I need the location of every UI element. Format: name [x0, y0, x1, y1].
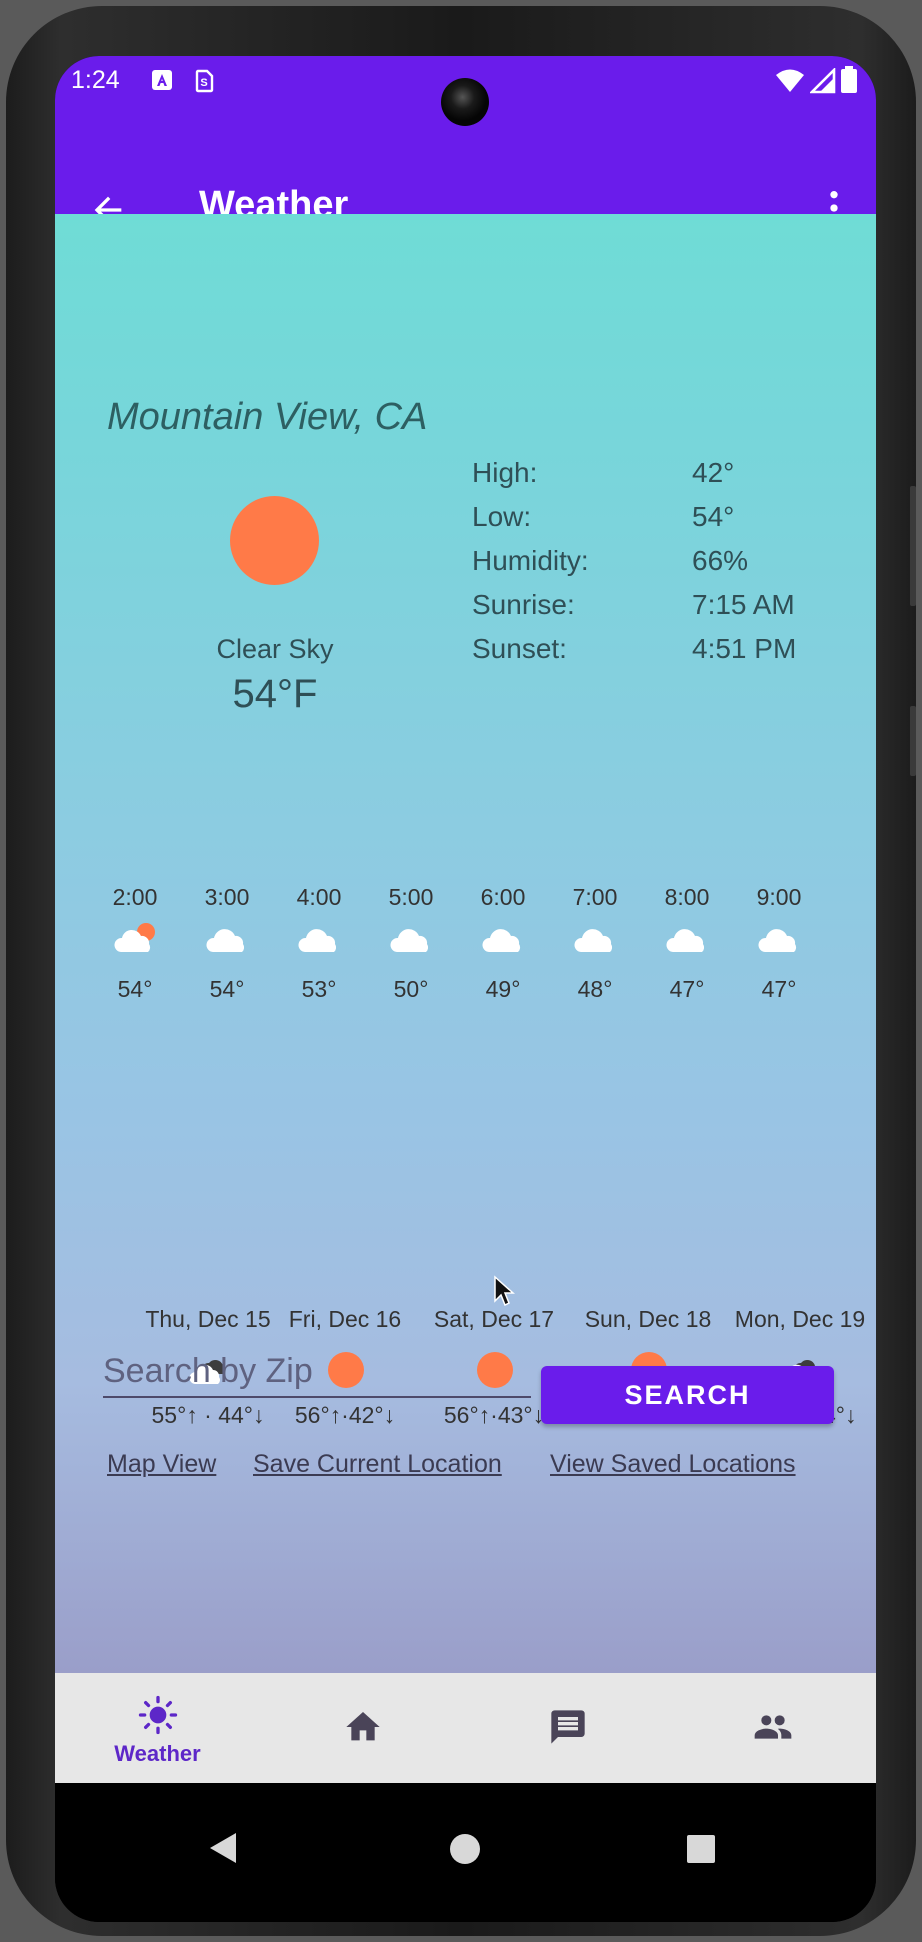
- nav-label-weather: Weather: [114, 1741, 201, 1766]
- wifi-icon: [776, 69, 805, 92]
- hour-time: 2:00: [112, 884, 158, 910]
- svg-text:S: S: [200, 77, 207, 89]
- hour-time: 6:00: [480, 884, 526, 910]
- hour-time: 3:00: [204, 884, 250, 910]
- detail-label: Sunrise:: [472, 589, 575, 620]
- save-current-location-link[interactable]: Save Current Location: [253, 1450, 502, 1479]
- zip-search-input[interactable]: [103, 1346, 531, 1398]
- system-navigation-bar: [55, 1783, 876, 1922]
- cloud-icon: [482, 929, 521, 952]
- signal-icon: [808, 66, 835, 94]
- home-icon: [346, 1712, 380, 1741]
- power-button: [910, 706, 916, 776]
- hour-time: 5:00: [388, 884, 434, 910]
- hour-temp: 50°: [393, 976, 429, 1002]
- chat-icon: [551, 1710, 585, 1744]
- hour-temp: 49°: [485, 976, 521, 1002]
- front-camera: [441, 78, 489, 126]
- hour-time: 8:00: [664, 884, 710, 910]
- day-label: Mon, Dec 19: [734, 1306, 866, 1332]
- hour-temp: 54°: [117, 976, 153, 1002]
- bottom-navigation: Weather: [55, 1673, 876, 1783]
- detail-label: Humidity:: [472, 545, 589, 576]
- nav-item-people[interactable]: [670, 1673, 875, 1783]
- search-button[interactable]: SEARCH: [541, 1366, 834, 1424]
- hour-time: 7:00: [572, 884, 618, 910]
- sim-badge-icon: S: [195, 69, 214, 93]
- status-time: 1:24: [71, 66, 120, 94]
- detail-value: 66%: [692, 545, 749, 576]
- partly-sunny-cloud-icon: [114, 923, 155, 952]
- day-temps: 56°↑·42°↓: [294, 1402, 396, 1428]
- detail-value: 54°: [692, 501, 735, 532]
- detail-label: Low:: [472, 501, 532, 532]
- detail-value: 42°: [692, 457, 735, 488]
- device-screen: 1:24 S Weather Mountain View, CA Clear S…: [55, 56, 876, 1922]
- detail-label: Sunset:: [472, 633, 567, 664]
- nav-item-messages[interactable]: [465, 1673, 670, 1783]
- cloud-icon: [390, 929, 429, 952]
- detail-label: High:: [472, 457, 538, 488]
- phone-frame: 1:24 S Weather Mountain View, CA Clear S…: [6, 6, 916, 1936]
- current-temperature: 54°F: [232, 672, 318, 716]
- hour-temp: 54°: [209, 976, 245, 1002]
- detail-value: 7:15 AM: [692, 589, 795, 620]
- location-name: Mountain View, CA: [107, 396, 428, 438]
- battery-icon: [841, 66, 857, 93]
- volume-button: [910, 486, 916, 606]
- mouse-pointer-icon: [494, 1275, 515, 1307]
- hour-time: 4:00: [296, 884, 342, 910]
- home-circle-icon[interactable]: [449, 1833, 481, 1865]
- cloud-icon: [758, 929, 797, 952]
- condition-text: Clear Sky: [216, 634, 334, 664]
- people-icon: [754, 1715, 792, 1739]
- day-label: Fri, Dec 16: [288, 1306, 402, 1332]
- cloud-icon: [574, 929, 613, 952]
- back-triangle-icon[interactable]: [208, 1831, 238, 1865]
- hour-temp: 48°: [577, 976, 613, 1002]
- view-saved-locations-link[interactable]: View Saved Locations: [550, 1450, 796, 1479]
- sun-icon: [230, 496, 319, 585]
- hour-temp: 53°: [301, 976, 337, 1002]
- cloud-icon: [206, 929, 245, 952]
- hour-time: 9:00: [756, 884, 802, 910]
- sun-nav-icon: [138, 1695, 178, 1735]
- a-box-icon: [152, 70, 172, 90]
- detail-value: 4:51 PM: [692, 633, 797, 664]
- recents-square-icon[interactable]: [686, 1834, 716, 1864]
- hour-temp: 47°: [761, 976, 797, 1002]
- day-temps: 55°↑ · 44°↓: [151, 1402, 265, 1428]
- nav-item-weather[interactable]: Weather: [55, 1673, 260, 1783]
- day-label: Thu, Dec 15: [145, 1306, 271, 1332]
- status-icons: [775, 66, 858, 99]
- hour-temp: 47°: [669, 976, 705, 1002]
- day-label: Sun, Dec 18: [584, 1306, 712, 1332]
- day-label: Sat, Dec 17: [433, 1306, 555, 1332]
- map-view-link[interactable]: Map View: [107, 1450, 216, 1479]
- nav-item-home[interactable]: [260, 1673, 465, 1783]
- cloud-icon: [666, 929, 705, 952]
- cloud-icon: [298, 929, 337, 952]
